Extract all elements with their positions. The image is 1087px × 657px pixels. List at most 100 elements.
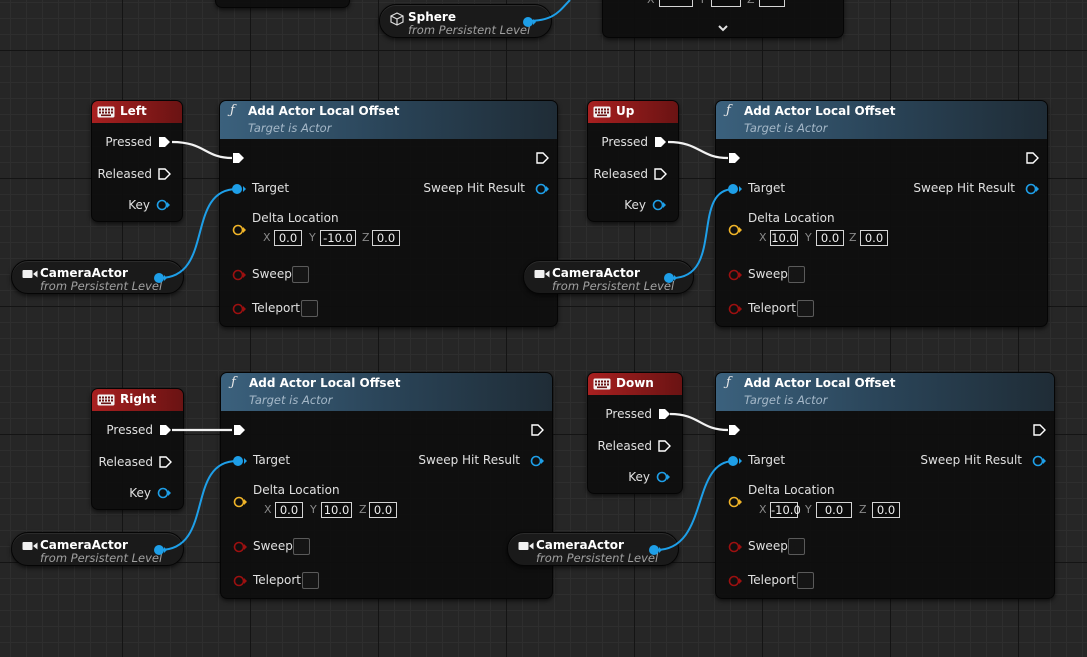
- exec-out-pin[interactable]: [1032, 423, 1046, 437]
- sweep-pin[interactable]: [727, 540, 743, 554]
- sweep-label: Sweep: [748, 539, 788, 553]
- sweep-pin[interactable]: [232, 540, 248, 554]
- input-event-node-left[interactable]: Left Pressed Released Key: [91, 100, 183, 222]
- delta-location-pin[interactable]: [231, 223, 247, 237]
- teleport-checkbox[interactable]: [797, 572, 814, 589]
- add-actor-local-offset-node[interactable]: ƒ Add Actor Local Offset Target is Actor…: [219, 100, 558, 327]
- delta-y-field[interactable]: 10.0: [321, 502, 352, 518]
- delta-z-field[interactable]: 0.0: [860, 230, 888, 246]
- delta-x-field[interactable]: 10.0: [770, 230, 798, 246]
- object-pin-out[interactable]: [153, 543, 167, 557]
- teleport-pin[interactable]: [727, 302, 743, 316]
- sweep-checkbox[interactable]: [292, 266, 309, 283]
- key-pin[interactable]: [155, 198, 171, 212]
- input-event-node-down[interactable]: Down Pressed Released Key: [587, 372, 683, 494]
- z-axis-label: Z: [362, 231, 370, 244]
- object-pin-out[interactable]: [522, 15, 536, 29]
- exec-pin-released[interactable]: [158, 455, 172, 469]
- delta-x-field[interactable]: 0.0: [274, 230, 302, 246]
- delta-location-pin[interactable]: [727, 495, 743, 509]
- teleport-pin[interactable]: [727, 574, 743, 588]
- key-pin[interactable]: [651, 198, 667, 212]
- delta-x-field[interactable]: -10.0: [770, 502, 801, 518]
- add-actor-local-offset-node[interactable]: ƒ Add Actor Local Offset Target is Actor…: [715, 100, 1048, 327]
- input-event-node-up[interactable]: Up Pressed Released Key: [587, 100, 679, 222]
- sweep-label: Sweep: [748, 267, 788, 281]
- x-axis-label: X: [759, 231, 767, 244]
- camera-actor-name: CameraActor: [552, 266, 640, 280]
- key-pin[interactable]: [655, 470, 671, 484]
- add-actor-local-offset-node[interactable]: ƒ Add Actor Local Offset Target is Actor…: [220, 372, 553, 599]
- partial-node-top-right[interactable]: X Y Z: [602, 0, 844, 38]
- target-pin[interactable]: [232, 454, 248, 468]
- input-event-node-right[interactable]: Right Pressed Released Key: [91, 388, 184, 510]
- exec-out-pin[interactable]: [535, 151, 549, 165]
- exec-out-pin[interactable]: [530, 423, 544, 437]
- sweep-checkbox[interactable]: [788, 266, 805, 283]
- object-pin-out[interactable]: [648, 543, 662, 557]
- camera-actor-reference-node[interactable]: CameraActor from Persistent Level: [507, 532, 679, 566]
- target-pin[interactable]: [727, 182, 743, 196]
- exec-pin-released[interactable]: [657, 439, 671, 453]
- partial-y-field[interactable]: [711, 0, 741, 7]
- target-pin[interactable]: [231, 182, 247, 196]
- delta-z-field[interactable]: 0.0: [872, 502, 900, 518]
- exec-pin-pressed[interactable]: [657, 407, 671, 421]
- sphere-sub: from Persistent Level: [408, 23, 531, 37]
- exec-out-pin[interactable]: [1025, 151, 1039, 165]
- camera-actor-reference-node[interactable]: CameraActor from Persistent Level: [11, 260, 184, 294]
- exec-in-pin[interactable]: [727, 151, 741, 165]
- delta-location-pin[interactable]: [727, 223, 743, 237]
- teleport-label: Teleport: [748, 573, 796, 587]
- sphere-reference-node[interactable]: Sphere from Persistent Level: [379, 4, 552, 38]
- delta-z-field[interactable]: 0.0: [369, 502, 397, 518]
- target-pin[interactable]: [727, 454, 743, 468]
- target-label: Target: [252, 181, 290, 195]
- axis-y-label: Y: [699, 0, 706, 6]
- delta-x-field[interactable]: 0.0: [275, 502, 303, 518]
- sweep-checkbox[interactable]: [788, 538, 805, 555]
- sweep-hit-result-pin[interactable]: [534, 182, 550, 196]
- delta-location-pin[interactable]: [232, 495, 248, 509]
- chevron-down-icon[interactable]: [717, 23, 729, 33]
- sweep-label: Sweep: [253, 539, 293, 553]
- camera-actor-reference-node[interactable]: CameraActor from Persistent Level: [523, 260, 694, 294]
- camera-icon: [534, 270, 550, 278]
- exec-pin-pressed[interactable]: [158, 423, 172, 437]
- camera-actor-name: CameraActor: [40, 266, 128, 280]
- sweep-hit-result-pin[interactable]: [529, 454, 545, 468]
- partial-x-field[interactable]: [659, 0, 693, 7]
- function-icon: ƒ: [726, 375, 731, 390]
- teleport-checkbox[interactable]: [302, 572, 319, 589]
- exec-in-pin[interactable]: [232, 423, 246, 437]
- delta-y-field[interactable]: 0.0: [816, 502, 852, 518]
- exec-pin-released[interactable]: [157, 167, 171, 181]
- function-header: ƒ Add Actor Local Offset Target is Actor: [716, 101, 1047, 139]
- delta-y-field[interactable]: 0.0: [816, 230, 844, 246]
- sweep-pin[interactable]: [727, 268, 743, 282]
- y-axis-label: Y: [805, 231, 812, 244]
- partial-node-top-left[interactable]: [215, 0, 350, 8]
- object-pin-out[interactable]: [663, 271, 677, 285]
- add-actor-local-offset-node[interactable]: ƒ Add Actor Local Offset Target is Actor…: [715, 372, 1055, 599]
- teleport-pin[interactable]: [231, 302, 247, 316]
- event-title: Down: [616, 376, 654, 390]
- exec-in-pin[interactable]: [727, 423, 741, 437]
- sweep-pin[interactable]: [231, 268, 247, 282]
- exec-pin-pressed[interactable]: [157, 135, 171, 149]
- teleport-checkbox[interactable]: [301, 300, 318, 317]
- delta-y-field[interactable]: -10.0: [320, 230, 356, 246]
- exec-in-pin[interactable]: [231, 151, 245, 165]
- partial-z-field[interactable]: [759, 0, 785, 7]
- object-pin-out[interactable]: [153, 271, 167, 285]
- delta-z-field[interactable]: 0.0: [372, 230, 400, 246]
- sweep-checkbox[interactable]: [293, 538, 310, 555]
- sweep-hit-result-pin[interactable]: [1024, 182, 1040, 196]
- key-pin[interactable]: [156, 486, 172, 500]
- exec-pin-pressed[interactable]: [653, 135, 667, 149]
- exec-pin-released[interactable]: [653, 167, 667, 181]
- teleport-checkbox[interactable]: [797, 300, 814, 317]
- sweep-hit-result-pin[interactable]: [1031, 454, 1047, 468]
- camera-actor-reference-node[interactable]: CameraActor from Persistent Level: [11, 532, 184, 566]
- teleport-pin[interactable]: [232, 574, 248, 588]
